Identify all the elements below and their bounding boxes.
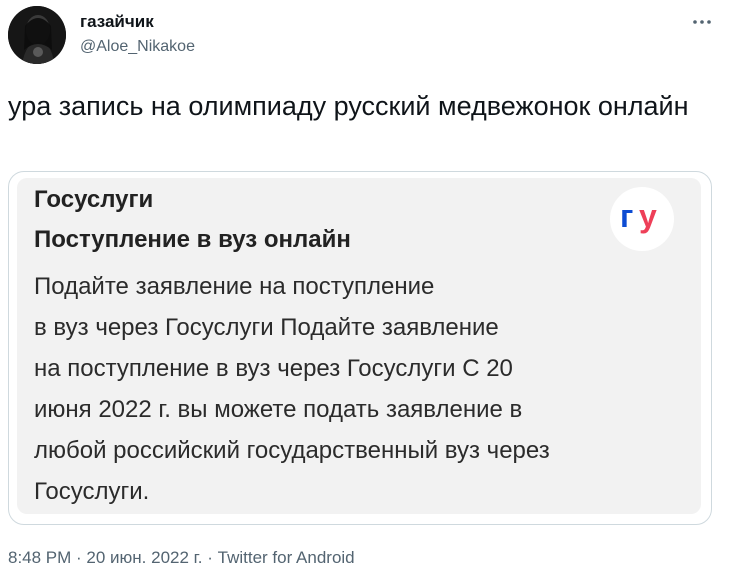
- card-description-line: июня 2022 г. вы можете подать заявление …: [34, 396, 523, 423]
- card-description-line: Подайте заявление на поступление: [34, 273, 435, 300]
- card-description-line: Госуслуги.: [34, 478, 150, 505]
- svg-text:г: г: [620, 199, 633, 234]
- card-description-line: на поступление в вуз через Госуслуги С 2…: [34, 355, 513, 382]
- tweet-text: ура запись на олимпиаду русский медвежон…: [8, 91, 689, 121]
- gosuslugi-logo-icon: г у: [610, 187, 674, 251]
- more-options-button[interactable]: [690, 10, 714, 34]
- card-site-name: Госуслуги: [34, 186, 154, 213]
- author-name[interactable]: газайчик: [80, 12, 154, 32]
- more-dots-icon: [693, 20, 711, 24]
- card-description-line: любой российский государственный вуз чер…: [34, 437, 550, 464]
- author-handle[interactable]: @Aloe_Nikakoe: [80, 38, 195, 56]
- avatar[interactable]: [8, 6, 66, 64]
- card-description: Подайте заявление на поступление в вуз ч…: [34, 266, 634, 512]
- card-title: Поступление в вуз онлайн: [34, 226, 351, 253]
- tweet-timestamp[interactable]: 8:48 PM · 20 июн. 2022 г. · Twitter for …: [8, 548, 355, 568]
- svg-text:у: у: [639, 199, 657, 234]
- card-description-line: в вуз через Госуслуги Подайте заявление: [34, 314, 499, 341]
